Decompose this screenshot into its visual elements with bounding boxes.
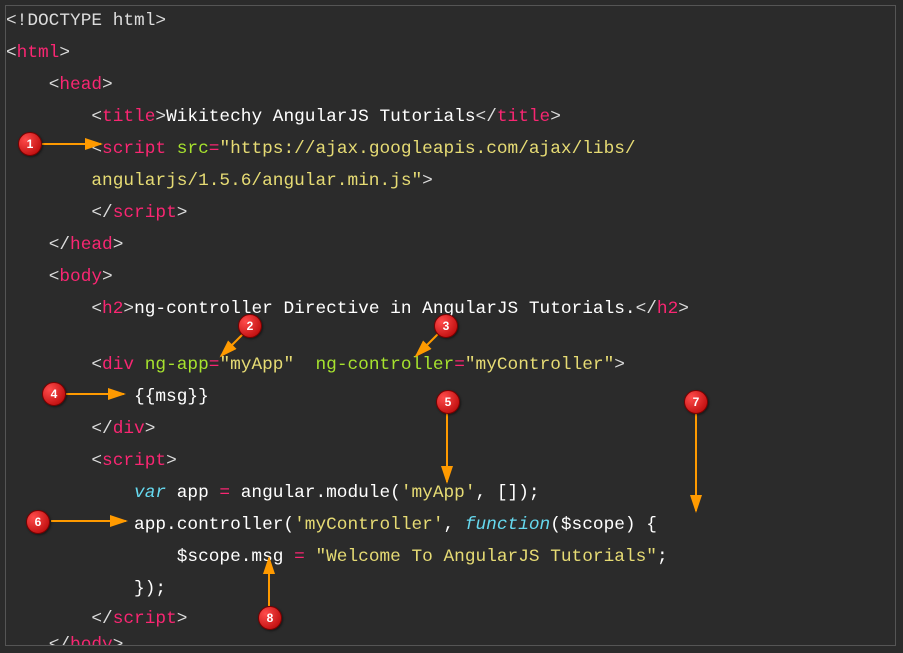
code-line: app.controller('myController', function(… xyxy=(6,510,657,542)
code-line: </script> xyxy=(6,198,187,230)
code-line: <div ng-app="myApp" ng-controller="myCon… xyxy=(6,350,625,382)
callout-marker-3: 3 xyxy=(434,314,458,338)
code-line: $scope.msg = "Welcome To AngularJS Tutor… xyxy=(6,542,668,574)
code-line: angularjs/1.5.6/angular.min.js"> xyxy=(6,166,433,198)
code-line: <head> xyxy=(6,70,113,102)
code-line: </div> xyxy=(6,414,155,446)
code-line: {{msg}} xyxy=(6,382,209,414)
callout-marker-5: 5 xyxy=(436,390,460,414)
callout-marker-4: 4 xyxy=(42,382,66,406)
code-line: <h2>ng-controller Directive in AngularJS… xyxy=(6,294,689,326)
code-line: <script src="https://ajax.googleapis.com… xyxy=(6,134,636,166)
code-line: <!DOCTYPE html> xyxy=(6,6,166,38)
code-line: <body> xyxy=(6,262,113,294)
code-line: <html> xyxy=(6,38,70,70)
code-viewer: <!DOCTYPE html> <html> <head> <title>Wik… xyxy=(5,5,896,646)
callout-marker-2: 2 xyxy=(238,314,262,338)
callout-marker-1: 1 xyxy=(18,132,42,156)
code-line: }); xyxy=(6,574,166,606)
callout-marker-6: 6 xyxy=(26,510,50,534)
code-line: var app = angular.module('myApp', []); xyxy=(6,478,540,510)
code-line: </head> xyxy=(6,230,123,262)
code-line: </body> xyxy=(6,630,123,646)
code-line: <title>Wikitechy AngularJS Tutorials</ti… xyxy=(6,102,561,134)
callout-marker-8: 8 xyxy=(258,606,282,630)
doctype: <!DOCTYPE html> xyxy=(6,11,166,31)
code-line: <script> xyxy=(6,446,177,478)
callout-marker-7: 7 xyxy=(684,390,708,414)
